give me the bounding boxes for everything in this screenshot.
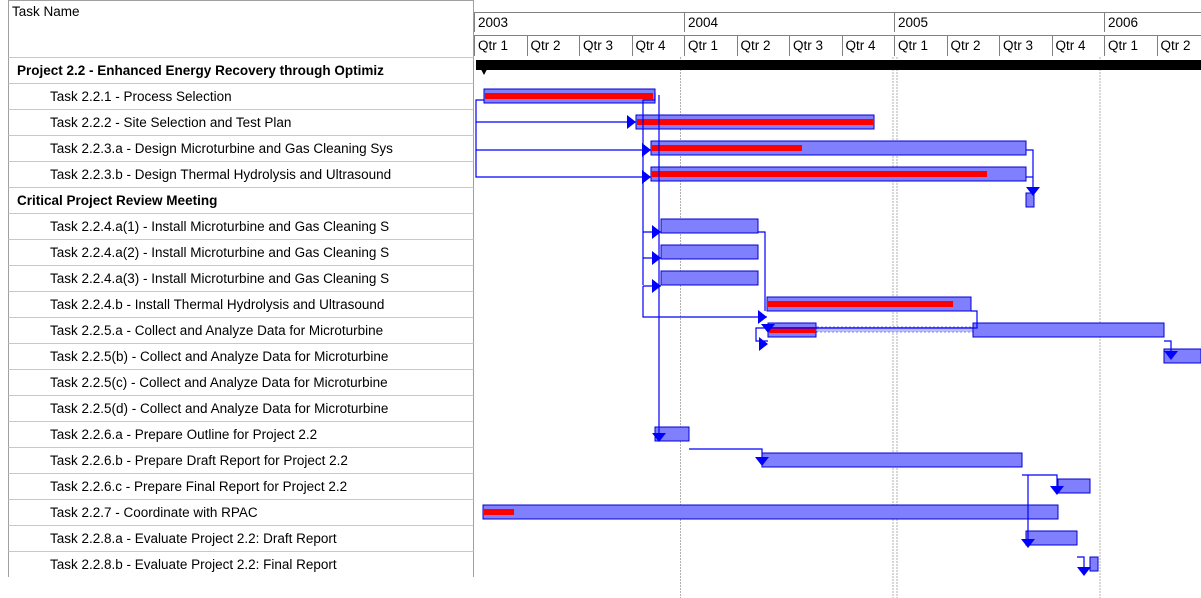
task-name: Task 2.2.5(c) - Collect and Analyze Data… — [50, 375, 388, 390]
task-bar[interactable] — [660, 218, 759, 234]
timescale-quarter: Qtr 1 — [1104, 35, 1157, 56]
dependency-link — [758, 231, 766, 311]
progress-bar[interactable] — [484, 509, 514, 515]
dependency-link — [475, 122, 651, 151]
progress-bar[interactable] — [768, 301, 953, 307]
task-name: Task 2.2.4.a(3) - Install Microturbine a… — [50, 271, 390, 286]
task-name: Task 2.2.8.a - Evaluate Project 2.2: Dra… — [50, 531, 337, 546]
timescale-quarter: Qtr 3 — [579, 35, 632, 56]
task-row[interactable]: Task 2.2.4.b - Install Thermal Hydrolysi… — [8, 291, 474, 317]
summary-bar[interactable] — [476, 60, 1201, 70]
progress-bar[interactable] — [652, 171, 987, 177]
timescale-years: 2003 2004 2005 2006 — [474, 12, 1201, 32]
timescale-quarter: Qtr 2 — [946, 35, 999, 56]
task-name: Task 2.2.6.c - Prepare Final Report for … — [50, 479, 348, 494]
timescale-year-2003: 2003 — [474, 12, 684, 32]
task-name: Task 2.2.4.a(2) - Install Microturbine a… — [50, 245, 390, 260]
timescale-quarter: Qtr 1 — [684, 35, 737, 56]
summary-task-row[interactable]: Critical Project Review Meeting — [8, 187, 474, 213]
task-row[interactable]: Task 2.2.4.a(2) - Install Microturbine a… — [8, 239, 474, 265]
timescale-quarters: Qtr 1 Qtr 2 Qtr 3 Qtr 4 Qtr 1 Qtr 2 Qtr 3 Qtr 4… — [474, 35, 1201, 56]
timescale-quarter: Qtr 4 — [631, 35, 684, 56]
task-row[interactable]: Task 2.2.7 - Coordinate with RPAC — [8, 499, 474, 525]
task-name: Task 2.2.6.b - Prepare Draft Report for … — [50, 453, 348, 468]
arrowhead-icon — [759, 337, 768, 351]
timescale-quarter: Qtr 3 — [999, 35, 1052, 56]
task-name: Project 2.2 - Enhanced Energy Recovery t… — [17, 63, 384, 78]
timescale-quarter: Qtr 4 — [1051, 35, 1104, 56]
arrowhead-icon — [758, 310, 767, 324]
task-row[interactable]: Task 2.2.8.b - Evaluate Project 2.2: Fin… — [8, 551, 474, 577]
task-row[interactable]: Task 2.2.5(c) - Collect and Analyze Data… — [8, 369, 474, 395]
task-row[interactable]: Task 2.2.6.b - Prepare Draft Report for … — [8, 447, 474, 473]
task-name: Task 2.2.2 - Site Selection and Test Pla… — [50, 115, 292, 130]
task-row[interactable]: Task 2.2.5(b) - Collect and Analyze Data… — [8, 343, 474, 369]
task-bar[interactable] — [482, 504, 1059, 520]
task-name-column-header[interactable]: Task Name — [8, 0, 474, 57]
task-name: Task 2.2.5.a - Collect and Analyze Data … — [50, 323, 384, 338]
timescale-year-2004: 2004 — [684, 12, 894, 32]
task-row[interactable]: Task 2.2.6.c - Prepare Final Report for … — [8, 473, 474, 499]
progress-bar[interactable] — [652, 145, 802, 151]
dependency-link — [1026, 149, 1034, 190]
timescale-quarter: Qtr 3 — [789, 35, 842, 56]
task-name: Task 2.2.5(b) - Collect and Analyze Data… — [50, 349, 389, 364]
arrowhead-icon — [627, 115, 636, 129]
milestone-bar[interactable] — [1089, 556, 1099, 572]
task-row[interactable]: Task 2.2.6.a - Prepare Outline for Proje… — [8, 421, 474, 447]
timescale-quarter: Qtr 2 — [526, 35, 579, 56]
dependency-link — [642, 286, 767, 318]
task-name: Critical Project Review Meeting — [17, 193, 218, 208]
gantt-view: Task Name 2003 2004 2005 2006 Qtr 1 Qtr 2 Qtr… — [0, 0, 1201, 598]
progress-bar[interactable] — [637, 119, 873, 125]
task-name: Task 2.2.5(d) - Collect and Analyze Data… — [50, 401, 389, 416]
task-name: Task 2.2.3.b - Design Thermal Hydrolysis… — [50, 167, 392, 182]
task-name: Task 2.2.7 - Coordinate with RPAC — [50, 505, 258, 520]
task-name: Task 2.2.1 - Process Selection — [50, 89, 232, 104]
task-row[interactable]: Task 2.2.4.a(3) - Install Microturbine a… — [8, 265, 474, 291]
timescale-quarter: Qtr 2 — [1156, 35, 1201, 56]
dependency-link — [689, 448, 763, 460]
task-bar[interactable] — [660, 244, 759, 260]
task-row[interactable]: Task 2.2.8.a - Evaluate Project 2.2: Dra… — [8, 525, 474, 551]
task-row[interactable]: Task 2.2.5.a - Collect and Analyze Data … — [8, 317, 474, 343]
timescale-quarter: Qtr 1 — [894, 35, 947, 56]
task-bar[interactable] — [1025, 530, 1078, 546]
timescale-quarter: Qtr 1 — [474, 35, 527, 56]
task-row[interactable]: Task 2.2.1 - Process Selection — [8, 83, 474, 109]
gantt-chart-area — [475, 57, 1201, 598]
arrowhead-icon — [1077, 567, 1091, 576]
task-name: Task 2.2.3.a - Design Microturbine and G… — [50, 141, 393, 156]
timescale-header: 2003 2004 2005 2006 Qtr 1 Qtr 2 Qtr 3 Qtr 4 Qtr… — [474, 0, 1201, 57]
summary-task-row[interactable]: Project 2.2 - Enhanced Energy Recovery t… — [8, 57, 474, 83]
task-row[interactable]: Task 2.2.3.b - Design Thermal Hydrolysis… — [8, 161, 474, 187]
task-bar[interactable] — [972, 322, 1165, 338]
timescale-quarter: Qtr 4 — [841, 35, 894, 56]
progress-bar[interactable] — [485, 93, 653, 99]
timescale-quarter: Qtr 2 — [736, 35, 789, 56]
task-name: Task 2.2.4.b - Install Thermal Hydrolysi… — [50, 297, 385, 312]
dependency-link — [475, 150, 651, 178]
task-bar[interactable] — [660, 270, 759, 286]
task-row[interactable]: Task 2.2.3.a - Design Microturbine and G… — [8, 135, 474, 161]
task-name-header-label: Task Name — [12, 4, 80, 19]
timescale-year-2006: 2006 — [1104, 12, 1201, 32]
task-row[interactable]: Task 2.2.4.a(1) - Install Microturbine a… — [8, 213, 474, 239]
task-name: Task 2.2.6.a - Prepare Outline for Proje… — [50, 427, 318, 442]
task-row[interactable]: Task 2.2.2 - Site Selection and Test Pla… — [8, 109, 474, 135]
task-bar[interactable] — [761, 452, 1023, 468]
task-name: Task 2.2.4.a(1) - Install Microturbine a… — [50, 219, 390, 234]
task-name: Task 2.2.8.b - Evaluate Project 2.2: Fin… — [50, 557, 337, 572]
timescale-year-2005: 2005 — [894, 12, 1104, 32]
task-row[interactable]: Task 2.2.5(d) - Collect and Analyze Data… — [8, 395, 474, 421]
